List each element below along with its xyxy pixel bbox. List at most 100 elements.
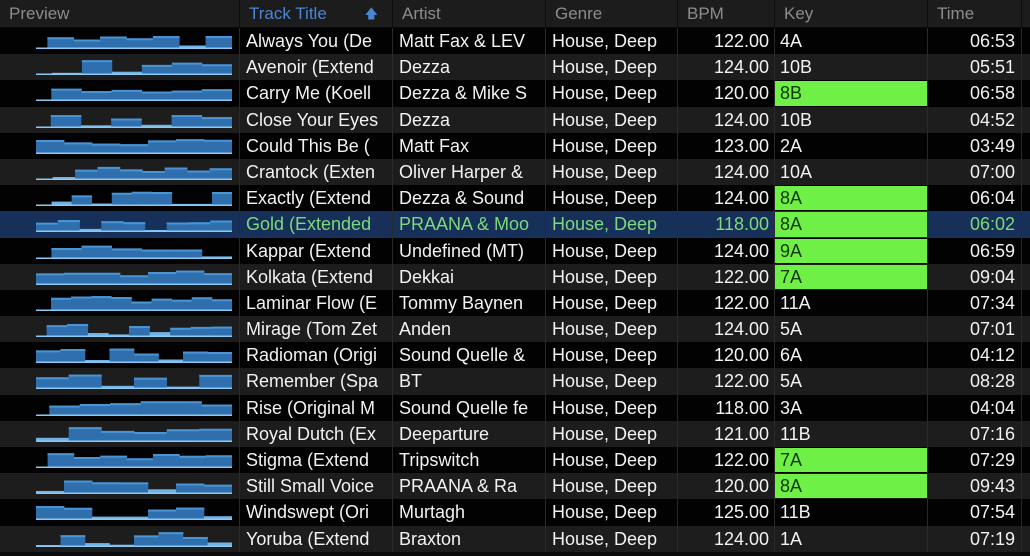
track-row[interactable]: Kappar (Extend Undefined (MT) House, Dee… (0, 237, 1030, 264)
waveform-peak (81, 60, 113, 63)
waveform-preview[interactable] (36, 190, 232, 207)
waveform-baseline (36, 309, 232, 311)
genre-cell: House, Deep (546, 342, 678, 369)
waveform-preview[interactable] (36, 478, 232, 495)
track-row[interactable]: Rise (Original M Sound Quelle fe House, … (0, 394, 1030, 421)
preview-cell[interactable] (0, 499, 240, 526)
waveform-baseline (36, 387, 232, 390)
track-row[interactable]: Carry Me (Koell Dezza & Mike S House, De… (0, 80, 1030, 107)
preview-cell[interactable] (0, 132, 240, 159)
waveform-peak (101, 430, 135, 433)
waveform-preview[interactable] (36, 531, 232, 547)
waveform-preview[interactable] (36, 295, 232, 311)
track-row[interactable]: Exactly (Extend Dezza & Sound House, Dee… (0, 185, 1030, 212)
preview-cell[interactable] (0, 447, 240, 474)
waveform-peak (209, 168, 232, 171)
track-row[interactable]: Yoruba (Extend Braxton House, Deep 124.0… (0, 525, 1030, 552)
waveform-preview[interactable] (36, 452, 232, 468)
time-cell: 07:00 (928, 158, 1022, 186)
waveform-segment (212, 192, 232, 207)
track-row[interactable]: Crantock (Exten Oliver Harper & House, D… (0, 158, 1030, 186)
header-preview[interactable]: Preview (0, 0, 240, 27)
header-bpm-label: BPM (687, 4, 724, 23)
waveform-preview[interactable] (36, 33, 232, 49)
header-genre[interactable]: Genre (546, 0, 678, 27)
waveform-preview[interactable] (36, 321, 232, 338)
preview-cell[interactable] (0, 106, 240, 133)
bpm-cell: 124.00 (678, 525, 775, 552)
waveform-peak (111, 192, 133, 195)
waveform-preview[interactable] (36, 269, 232, 285)
track-title-cell: Avenoir (Extend (240, 54, 393, 81)
preview-cell[interactable] (0, 185, 240, 212)
waveform-baseline (36, 440, 232, 442)
header-artist[interactable]: Artist (393, 0, 546, 27)
waveform-preview[interactable] (36, 373, 232, 390)
track-row[interactable]: Avenoir (Extend Dezza House, Deep 124.00… (0, 54, 1030, 81)
track-row[interactable]: Stigma (Extend Tripswitch House, Deep 12… (0, 447, 1030, 474)
preview-cell[interactable] (0, 420, 240, 447)
row-spacer (1022, 159, 1030, 185)
track-row[interactable]: Radioman (Origi Sound Quelle & House, De… (0, 342, 1030, 369)
waveform-preview[interactable] (36, 426, 232, 442)
preview-cell[interactable] (0, 263, 240, 290)
waveform-preview[interactable] (36, 164, 232, 180)
preview-cell[interactable] (0, 237, 240, 264)
waveform-peak (36, 350, 61, 353)
waveform-preview[interactable] (36, 243, 232, 259)
preview-cell[interactable] (0, 289, 240, 317)
genre-cell: House, Deep (546, 28, 678, 55)
waveform-preview[interactable] (36, 504, 232, 521)
track-row[interactable]: Could This Be ( Matt Fax House, Deep 123… (0, 132, 1030, 159)
header-genre-label: Genre (555, 4, 603, 23)
waveform-peak (148, 140, 177, 143)
waveform-peak (81, 245, 112, 248)
key-cell: 10B (775, 106, 928, 133)
track-row[interactable]: Royal Dutch (Ex Deeparture House, Deep 1… (0, 420, 1030, 447)
waveform-preview[interactable] (36, 85, 232, 102)
waveform-preview[interactable] (36, 112, 232, 128)
track-row[interactable]: Remember (Spa BT House, Deep 122.00 5A 0… (0, 368, 1030, 395)
waveform-segment (36, 139, 65, 154)
track-row[interactable]: Always You (De Matt Fax & LEV House, Dee… (0, 28, 1030, 55)
waveform-preview[interactable] (36, 59, 232, 76)
track-row[interactable]: Mirage (Tom Zet Anden House, Deep 124.00… (0, 316, 1030, 343)
waveform-peak (64, 272, 93, 275)
key-cell: 10A (775, 158, 928, 186)
waveform-preview[interactable] (36, 138, 232, 154)
preview-cell[interactable] (0, 394, 240, 421)
waveform-peak (92, 143, 121, 146)
preview-cell[interactable] (0, 211, 240, 238)
preview-cell[interactable] (0, 54, 240, 81)
waveform-peak (92, 272, 121, 275)
track-row[interactable]: Windswept (Ori Murtagh House, Deep 125.0… (0, 499, 1030, 526)
header-bpm[interactable]: BPM (678, 0, 775, 27)
header-time[interactable]: Time (928, 0, 1022, 27)
time-cell: 07:34 (928, 289, 1022, 317)
track-row[interactable]: Laminar Flow (E Tommy Baynen House, Deep… (0, 289, 1030, 317)
waveform-preview[interactable] (36, 216, 232, 233)
waveform-segment (60, 349, 86, 364)
waveform-peak (201, 89, 232, 92)
waveform-baseline (36, 283, 232, 285)
preview-cell[interactable] (0, 525, 240, 552)
preview-cell[interactable] (0, 473, 240, 500)
preview-cell[interactable] (0, 368, 240, 395)
preview-cell[interactable] (0, 316, 240, 343)
track-row[interactable]: Still Small Voice PRAANA & Ra House, Dee… (0, 473, 1030, 500)
preview-cell[interactable] (0, 342, 240, 369)
track-row[interactable]: Kolkata (Extend Dekkai House, Deep 122.0… (0, 263, 1030, 290)
waveform-peak (36, 223, 59, 226)
track-row[interactable]: Close Your Eyes Dezza House, Deep 124.00… (0, 106, 1030, 133)
waveform-preview[interactable] (36, 347, 232, 364)
track-row[interactable]: Gold (Extended PRAANA & Moo House, Deep … (0, 211, 1030, 238)
header-key[interactable]: Key (775, 0, 928, 27)
preview-cell[interactable] (0, 28, 240, 55)
waveform-preview[interactable] (36, 400, 232, 416)
header-track-title[interactable]: Track Title 🡅 (240, 0, 393, 27)
preview-cell[interactable] (0, 80, 240, 107)
waveform-peak (51, 297, 72, 300)
key-value: 8A (780, 188, 803, 209)
preview-cell[interactable] (0, 158, 240, 186)
waveform-peak (109, 348, 135, 351)
